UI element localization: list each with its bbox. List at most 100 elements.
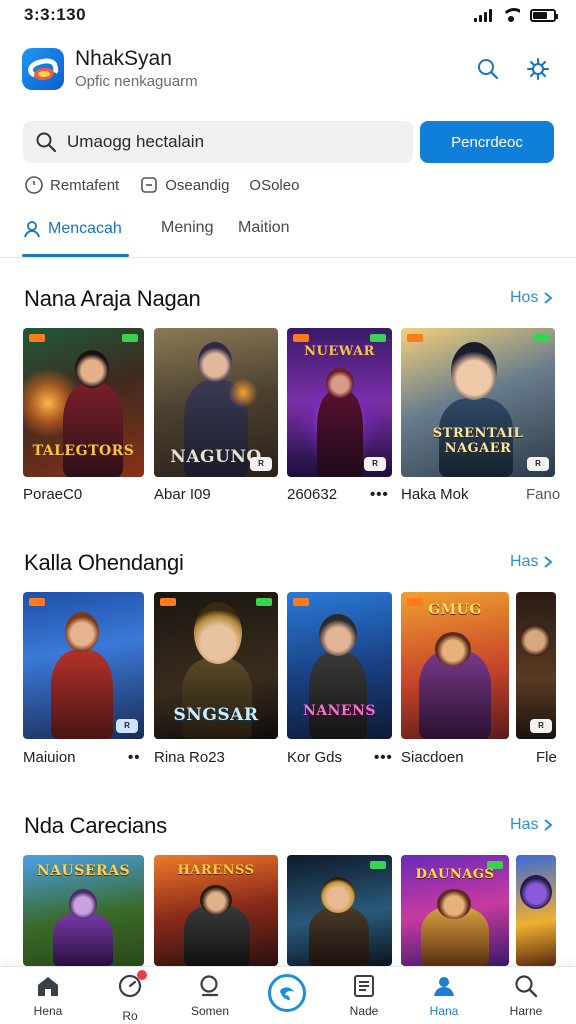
nav-label: Hana xyxy=(429,1004,459,1018)
tab-maition[interactable]: Maition xyxy=(238,219,290,237)
brand-icon xyxy=(280,987,294,1000)
bottom-nav: Hena Ro Somen Nade Hana Harne xyxy=(0,966,576,1024)
filter-chip[interactable]: Oseandig xyxy=(139,175,229,195)
search-input[interactable]: Umaogg hectalain xyxy=(23,121,413,163)
section-more-link[interactable]: Hos xyxy=(510,289,554,307)
search-icon xyxy=(515,975,538,998)
filter-label: Remtafent xyxy=(50,176,120,194)
game-title-art: NANENS xyxy=(302,703,377,719)
rating-badge: R xyxy=(116,719,138,733)
more-options-icon[interactable]: •• xyxy=(128,749,141,766)
game-tile[interactable]: NANENS xyxy=(287,592,392,739)
game-title-art: SNGSAR xyxy=(173,705,259,725)
game-tile[interactable]: HARENSS xyxy=(154,855,278,966)
document-icon xyxy=(354,975,374,997)
section-title: Nana Araja Nagan xyxy=(24,286,201,311)
status-time: 3:3:130 xyxy=(24,5,87,24)
status-bar: 3:3:130 xyxy=(0,0,576,30)
filter-label: Oseandig xyxy=(165,176,230,194)
section-more-link[interactable]: Has xyxy=(510,816,554,834)
active-tab-indicator xyxy=(22,254,129,257)
game-tile[interactable]: NUEWAR R xyxy=(287,328,392,477)
home-icon xyxy=(38,977,58,996)
game-tile[interactable]: GMUG xyxy=(401,592,509,739)
game-tile[interactable]: STRENTAIL NAGAER R xyxy=(401,328,555,477)
game-title-art: HARENSS xyxy=(177,863,255,878)
nav-item-somen[interactable]: Somen xyxy=(180,973,240,1018)
nav-item-ro[interactable]: Ro xyxy=(100,970,160,1023)
app-subtitle: Opfic nenkaguarm xyxy=(75,73,198,90)
tab-bar: Mencacah Mening Maition xyxy=(0,214,576,258)
game-tile[interactable]: SNGSAR xyxy=(154,592,278,739)
tile-label: Fle xyxy=(536,749,557,766)
game-tile[interactable] xyxy=(516,855,556,966)
person-icon xyxy=(24,221,40,238)
filter-row: Remtafent Oseandig OSoleo xyxy=(24,174,299,196)
search-submit-button[interactable]: Pencrdeoc xyxy=(420,121,554,163)
search-icon xyxy=(200,975,219,997)
game-tile[interactable]: NAUSERAS xyxy=(23,855,144,966)
filter-chip[interactable]: OSoleo xyxy=(249,177,299,194)
rating-badge: R xyxy=(364,457,386,471)
more-options-icon[interactable]: ••• xyxy=(374,749,393,766)
notification-dot xyxy=(137,970,147,980)
app-logo xyxy=(22,48,64,90)
chevron-right-icon xyxy=(544,819,554,831)
tile-label: Haka Mok xyxy=(401,486,469,503)
game-title-art: NAUSERAS xyxy=(36,863,131,879)
more-label: Has xyxy=(510,553,539,570)
game-title-art: GMUG xyxy=(428,602,482,618)
search-icon xyxy=(478,59,499,80)
tab-label: Mening xyxy=(161,219,214,236)
header-search-button[interactable] xyxy=(474,55,502,83)
wifi-icon xyxy=(502,8,520,22)
more-label: Has xyxy=(510,816,539,833)
tile-label: Maiuion xyxy=(23,749,76,766)
game-title-art: NUEWAR xyxy=(304,344,375,359)
rating-badge: R xyxy=(530,719,552,733)
battery-icon xyxy=(530,8,558,22)
section-title: Kalla Ohendangi xyxy=(24,550,184,575)
tile-label: Fano xyxy=(526,486,561,503)
more-options-icon[interactable]: ••• xyxy=(370,486,389,503)
game-title-art: TALEGTORS xyxy=(32,443,135,459)
signal-icon xyxy=(474,8,492,22)
app-title-group: NhakSyan Opfic nenkaguarm xyxy=(75,47,198,91)
chevron-right-icon xyxy=(544,556,554,568)
nav-label: Hena xyxy=(33,1004,63,1018)
tag-icon xyxy=(141,177,158,193)
tile-label: Kor Gds xyxy=(287,749,343,766)
game-tile[interactable]: R xyxy=(23,592,144,739)
person-icon xyxy=(434,977,454,996)
game-tile[interactable] xyxy=(287,855,392,966)
game-tile[interactable]: R xyxy=(516,592,556,739)
tab-mening[interactable]: Mening xyxy=(161,219,213,237)
app-title: NhakSyan xyxy=(75,47,172,70)
app-header: NhakSyan Opfic nenkaguarm xyxy=(22,44,556,94)
nav-item-harne[interactable]: Harne xyxy=(496,973,556,1018)
header-settings-button[interactable] xyxy=(524,55,552,83)
nav-item-home[interactable]: Hena xyxy=(18,973,78,1018)
game-title-art: DAUNAGS xyxy=(415,867,495,882)
rating-badge: R xyxy=(527,457,549,471)
nav-item-nade[interactable]: Nade xyxy=(334,973,394,1018)
tab-mencacah[interactable]: Mencacah xyxy=(22,219,122,239)
tile-label: Rina Ro23 xyxy=(154,749,225,766)
game-tile[interactable]: TALEGTORS xyxy=(23,328,144,477)
game-tile[interactable]: NAGUNO R xyxy=(154,328,278,477)
search-value: Umaogg hectalain xyxy=(67,132,205,151)
section-more-link[interactable]: Has xyxy=(510,553,554,571)
game-title-art: STRENTAIL NAGAER xyxy=(432,426,524,456)
tile-label: Abar I09 xyxy=(154,486,211,503)
search-icon xyxy=(36,132,57,153)
game-tile[interactable]: DAUNAGS xyxy=(401,855,509,966)
filter-chip[interactable]: Remtafent xyxy=(24,175,119,195)
more-label: Hos xyxy=(510,289,539,306)
gear-icon xyxy=(527,58,549,80)
clock-icon xyxy=(25,176,43,194)
nav-item-brand[interactable] xyxy=(268,974,306,1012)
nav-item-hana[interactable]: Hana xyxy=(414,973,474,1018)
rating-badge: R xyxy=(250,457,272,471)
header-actions xyxy=(474,55,556,83)
tile-label: 260632 xyxy=(287,486,338,503)
